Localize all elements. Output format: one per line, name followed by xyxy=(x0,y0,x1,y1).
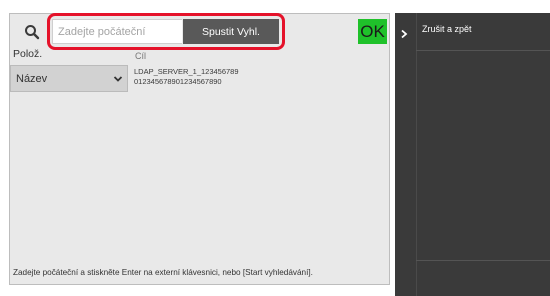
right-panel-divider xyxy=(416,13,417,296)
instruction-text: Zadejte počáteční a stiskněte Enter na e… xyxy=(13,268,313,277)
side-panel-toggle[interactable] xyxy=(396,26,412,42)
search-icon-button[interactable] xyxy=(20,20,44,44)
server-name-line2: 012345678901234567890 xyxy=(134,77,222,86)
item-select[interactable]: Název xyxy=(10,65,128,92)
server-name-line1: LDAP_SERVER_1_123456789 xyxy=(134,67,239,76)
right-panel-separator xyxy=(416,260,550,261)
right-panel-separator xyxy=(416,50,550,51)
chevron-down-icon xyxy=(113,76,123,82)
search-highlight-frame xyxy=(47,13,285,50)
cancel-and-back-button[interactable]: Zrušit a zpět xyxy=(422,24,472,34)
item-label: Polož. xyxy=(13,48,43,60)
item-select-value: Název xyxy=(16,73,48,85)
chevron-right-icon xyxy=(401,29,408,39)
search-icon xyxy=(25,25,40,40)
ok-button[interactable]: OK xyxy=(358,19,387,44)
server-name: LDAP_SERVER_1_123456789 0123456789012345… xyxy=(134,67,239,87)
column-label: Cíl xyxy=(135,52,146,60)
search-screen: Spustit Vyhl. OK Polož. Cíl Název LDAP_S… xyxy=(0,0,550,296)
right-panel xyxy=(395,13,550,296)
main-panel xyxy=(9,13,390,285)
